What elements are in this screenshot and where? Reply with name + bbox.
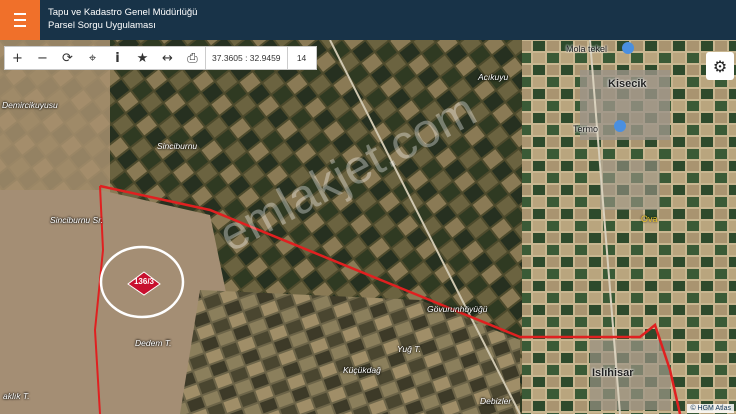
info-icon[interactable]: i — [105, 47, 130, 69]
favorite-icon[interactable]: ★ — [130, 47, 155, 69]
app-title-line2: Parsel Sorgu Uygulaması — [48, 20, 156, 31]
refresh-icon[interactable]: ⟳ — [55, 47, 80, 69]
gear-icon[interactable]: ⚙ — [706, 52, 734, 80]
hamburger-icon — [14, 11, 26, 29]
measure-icon[interactable]: ↔ — [155, 47, 180, 69]
parcel-overlay — [99, 245, 185, 319]
map-attribution: © HGM Atlas — [687, 404, 734, 413]
zoom-in-icon[interactable]: + — [5, 47, 30, 69]
zoom-out-icon[interactable]: − — [30, 47, 55, 69]
app-title-line1: Tapu ve Kadastro Genel Müdürlüğü — [48, 7, 198, 18]
print-icon[interactable]: ⎙ — [180, 47, 205, 69]
map-view[interactable]: emlakjet.com Demircikuyusu Acıkuyu Sinci… — [0, 40, 736, 414]
app-header: Tapu ve Kadastro Genel Müdürlüğü Parsel … — [0, 0, 736, 40]
app-title: Tapu ve Kadastro Genel Müdürlüğü Parsel … — [48, 6, 197, 32]
map-toolbar: + − ⟳ ⌖ i ★ ↔ ⎙ 37.3605 : 32.9459 14 — [4, 46, 317, 70]
parcel-label: 136/3 — [133, 277, 155, 286]
locate-icon[interactable]: ⌖ — [80, 47, 105, 69]
menu-button[interactable] — [0, 0, 40, 40]
zoom-level: 14 — [286, 47, 316, 69]
coordinate-readout: 37.3605 : 32.9459 — [205, 47, 287, 69]
